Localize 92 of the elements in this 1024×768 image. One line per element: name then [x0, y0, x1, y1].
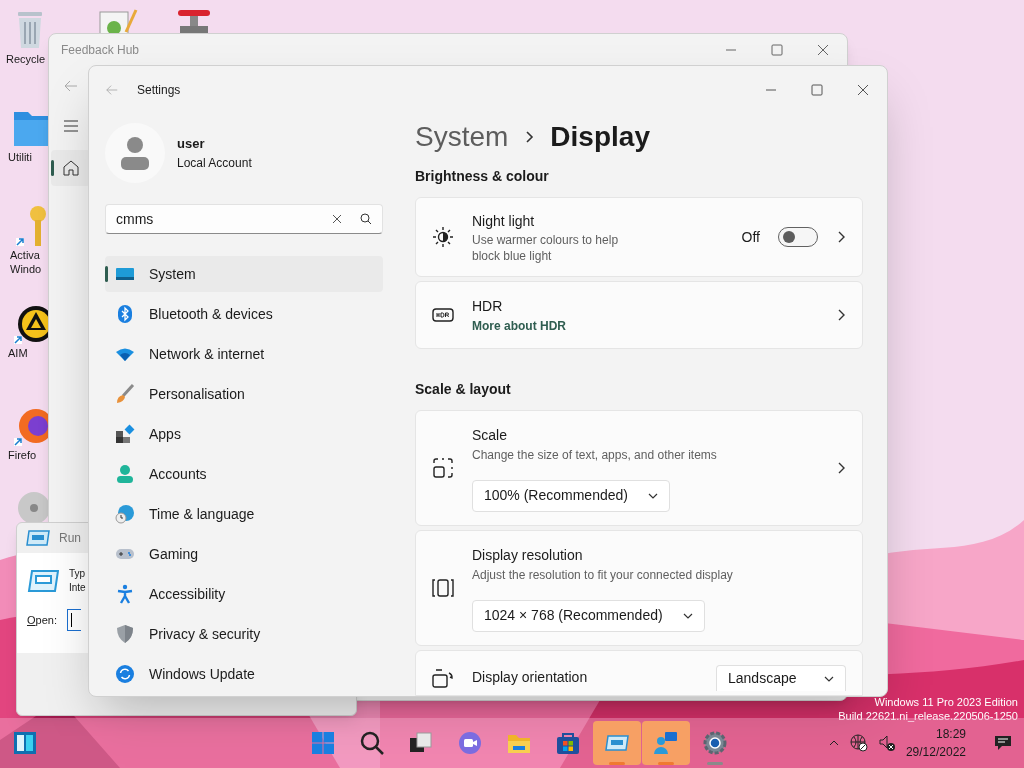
prompt-text: Inte [69, 581, 86, 595]
breadcrumb-chevron-icon [524, 130, 535, 144]
breadcrumb-link[interactable]: System [415, 116, 509, 158]
open-label: Open: [27, 612, 57, 628]
edition-watermark: Build 22621.ni_release.220506-1250 [838, 709, 1018, 723]
setting-card[interactable]: HDR More about HDR [415, 281, 863, 349]
setting-description: Change the size of text, apps, and other items [472, 446, 718, 464]
nav-item[interactable]: Privacy & security [105, 616, 383, 652]
dropdown[interactable]: 100% (Recommended) [472, 479, 670, 512]
globe-blocked-icon[interactable] [849, 734, 868, 752]
clock-time[interactable]: 18:29 [935, 725, 966, 743]
edition-watermark: Windows 11 Pro 2023 Edition [874, 695, 1018, 709]
setting-title: HDR [472, 296, 504, 316]
desktop-icon-label: Utiliti [8, 150, 32, 164]
nav-item[interactable]: Network & internet [105, 336, 383, 372]
desktop-icon-label: Recycle [6, 52, 46, 66]
section-heading: Brightness & colour [415, 167, 550, 186]
setting-title: Night light [472, 211, 536, 231]
nav-item[interactable]: Bluetooth & devices [105, 296, 383, 332]
nav-item[interactable]: Personalisation [105, 376, 383, 412]
brightness-icon [432, 226, 454, 248]
speaker-muted-icon[interactable] [877, 734, 896, 752]
resize-icon [432, 457, 454, 479]
globe-clock-icon [115, 504, 135, 524]
caret-icon [682, 612, 693, 619]
home-nav-item[interactable] [51, 150, 91, 186]
desktop-icon-label: AIM [8, 346, 28, 360]
nav-item[interactable]: System [105, 256, 383, 292]
feedback-icon [653, 730, 679, 756]
desktop-icon-label: Activa [10, 248, 40, 262]
dropdown[interactable]: 1024 × 768 (Recommended) [472, 599, 705, 632]
caret-icon [824, 675, 834, 682]
resolution-icon [432, 577, 454, 599]
notification-icon[interactable] [994, 734, 1012, 752]
person-icon [115, 464, 135, 484]
clear-icon[interactable] [332, 214, 342, 225]
setting-title: Display resolution [472, 545, 584, 565]
window-title: Feedback Hub [61, 42, 140, 59]
setting-description: Use warmer colours to help block blue light [472, 231, 620, 264]
chevron-right-icon [836, 230, 846, 244]
chevron-right-icon [836, 461, 846, 475]
nav-item[interactable]: Apps [105, 416, 383, 452]
start-icon [310, 730, 336, 756]
widgets-icon[interactable] [12, 730, 38, 756]
user-silhouette-icon [120, 136, 150, 171]
bluetooth-icon [115, 304, 135, 324]
search-icon [359, 730, 385, 756]
setting-card[interactable]: Display resolution Adjust the resolution to fit your connected display 1024 × 768 (Recommended) [415, 530, 863, 646]
setting-card[interactable]: Scale Change the size of text, apps, and other items 100% (Recommended) [415, 410, 863, 526]
nav-item[interactable]: Accessibility [105, 576, 383, 612]
chevron-right-icon [836, 308, 846, 322]
menu-icon[interactable] [63, 118, 79, 134]
nav-item[interactable]: Time & language [105, 496, 383, 532]
close-icon[interactable] [815, 42, 831, 58]
setting-card[interactable]: Night light Use warmer colours to help block blue light Off [415, 197, 863, 277]
more-link[interactable]: More about HDR [472, 316, 818, 335]
prompt-text: Typ [69, 567, 86, 581]
toggle-switch[interactable] [778, 227, 818, 247]
sync-icon [115, 664, 135, 684]
nav-item[interactable]: Gaming [105, 536, 383, 572]
account-type: Local Account [177, 154, 252, 172]
nav-item[interactable]: Windows Update [105, 656, 383, 692]
open-input-field[interactable] [67, 609, 81, 631]
setting-title: Display orientation [472, 668, 589, 687]
apps-icon [115, 424, 135, 444]
clock-date[interactable]: 29/12/2022 [905, 743, 966, 761]
setting-card[interactable]: Display orientation Landscape [415, 650, 863, 696]
section-heading: Scale & layout [415, 380, 512, 399]
setting-title: Scale [472, 425, 509, 445]
run-dialog-icon [27, 569, 59, 593]
page-title: Display [550, 120, 650, 154]
dropdown[interactable]: Landscape [716, 665, 846, 691]
paintbrush-icon [115, 384, 135, 404]
accessibility-icon [115, 584, 135, 604]
user-name: user [177, 135, 206, 154]
close-icon[interactable] [855, 82, 871, 98]
setting-description: Adjust the resolution to fit your connected display [472, 566, 734, 584]
search-icon[interactable] [360, 213, 372, 226]
nav-item[interactable]: Accounts [105, 456, 383, 492]
search-field[interactable]: cmms [105, 204, 383, 234]
rotate-screen-icon [432, 667, 454, 689]
window-title: Settings [137, 82, 181, 99]
caret-icon [647, 492, 658, 499]
window-title: Run [59, 530, 81, 547]
shield-icon [115, 624, 135, 644]
desktop-icon-label: Firefo [8, 448, 37, 462]
desktop-icon-label: Windo [10, 262, 42, 276]
video-chat-icon [457, 730, 483, 756]
store-icon [555, 730, 581, 756]
settings-icon [702, 730, 728, 756]
toggle-state-label: Off [741, 227, 760, 247]
home-icon [62, 159, 80, 177]
